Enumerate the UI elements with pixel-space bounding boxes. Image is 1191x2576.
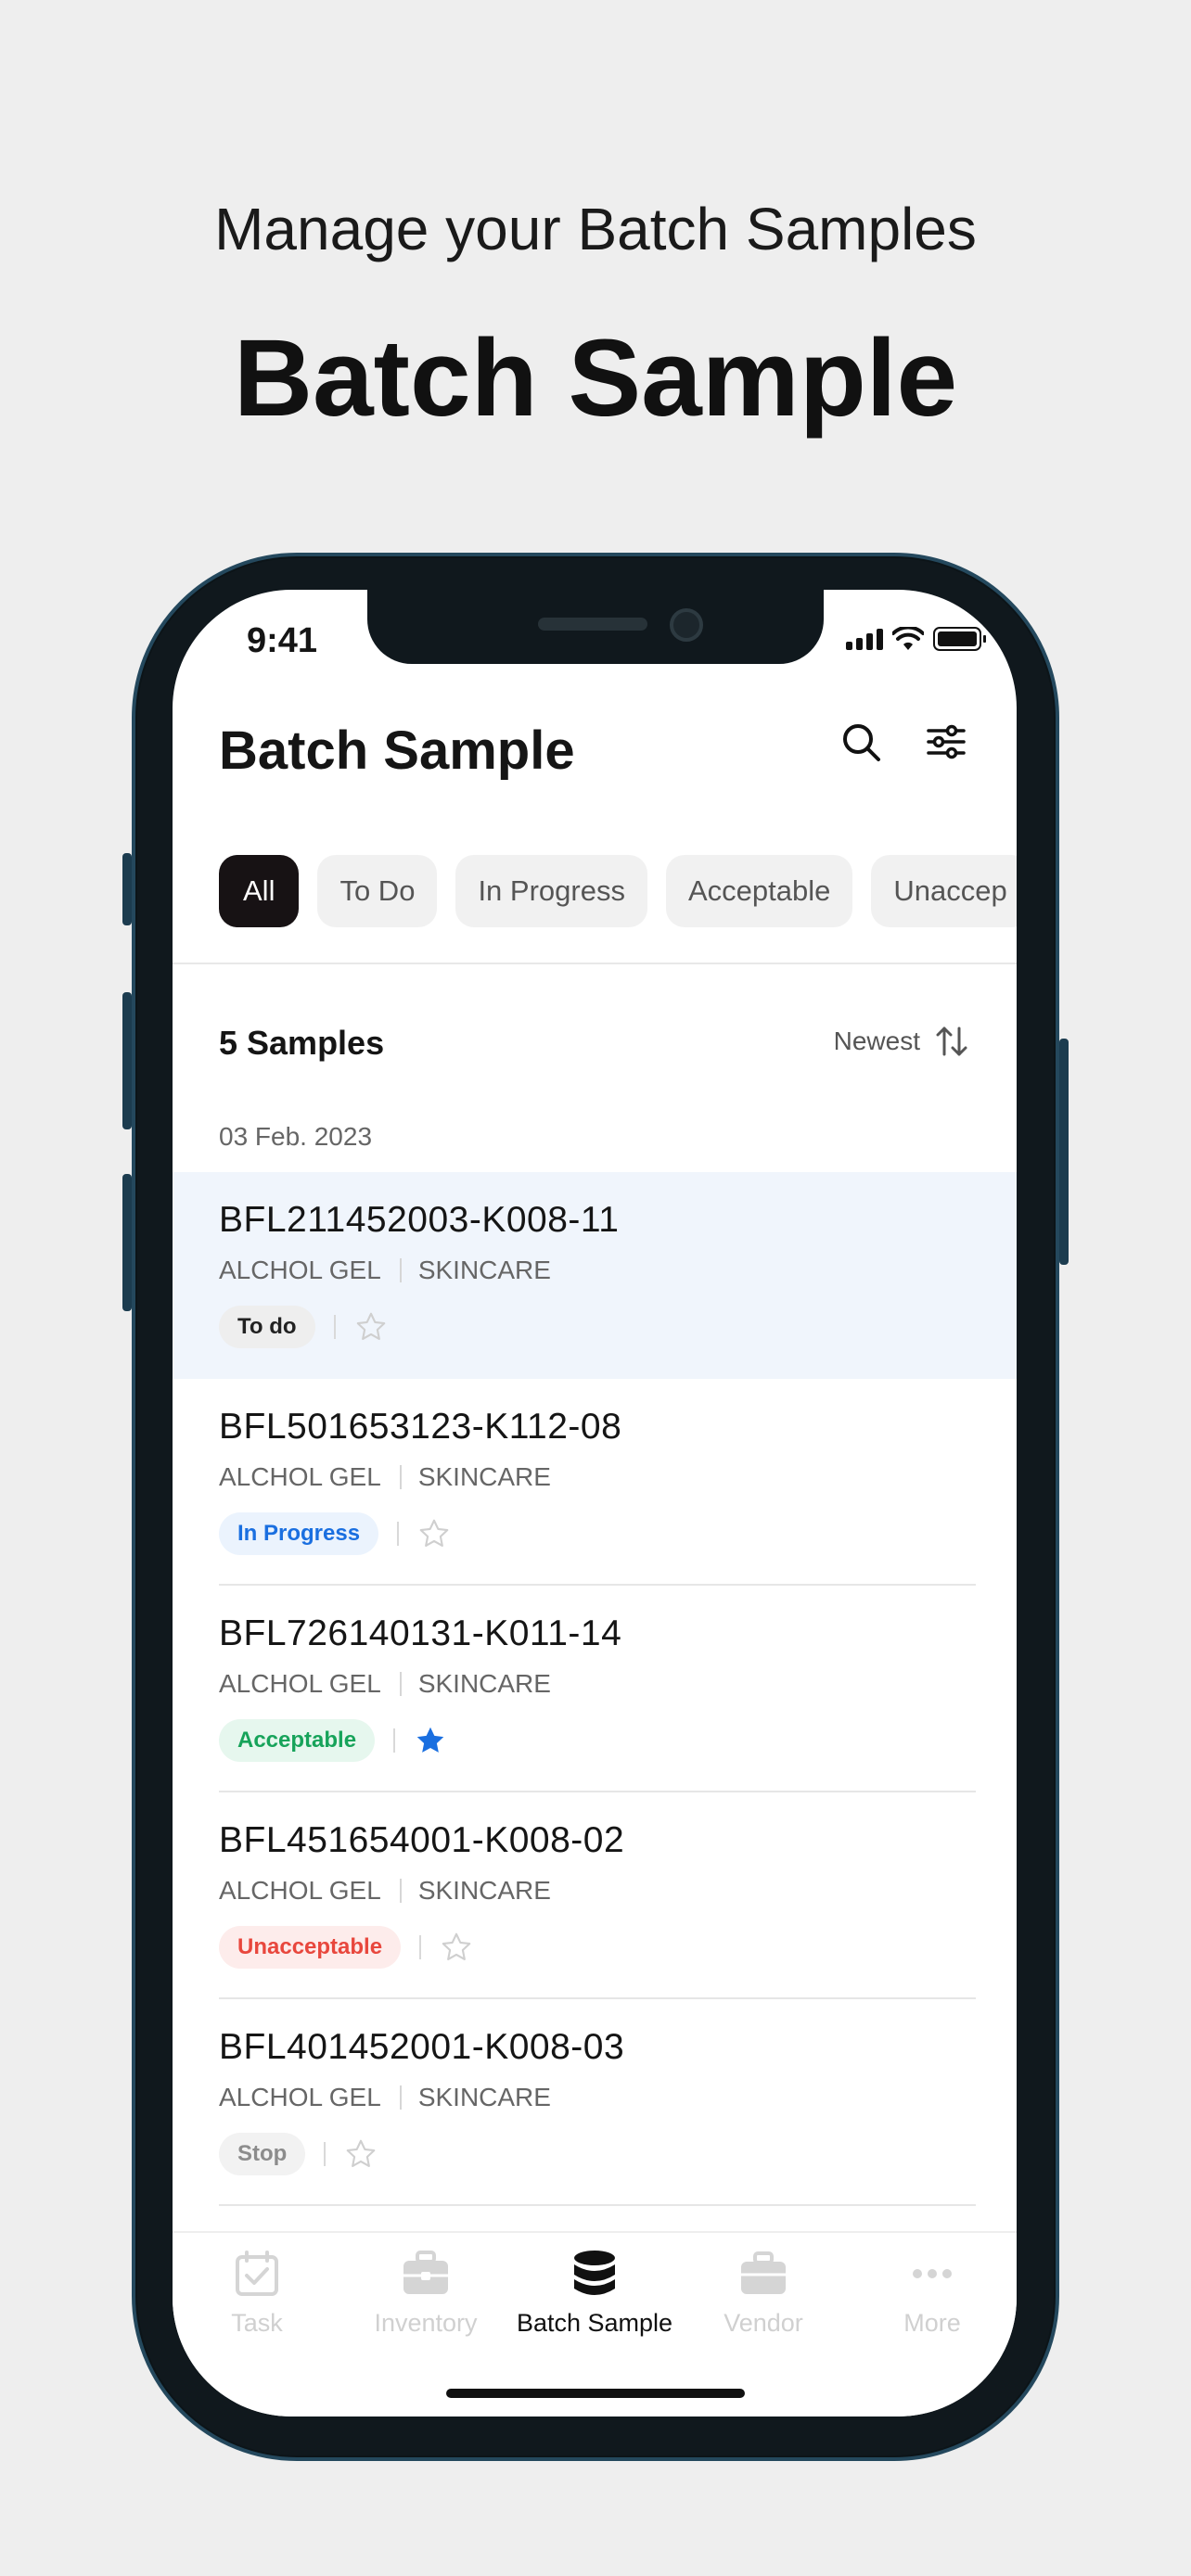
filter-chip-to-do[interactable]: To Do [317,855,438,927]
app-screen: 9:41 Batch Sample All To Do In Progress … [173,590,1017,2417]
sample-code: BFL401452001-K008-03 [219,2027,625,2067]
star-icon[interactable] [352,1308,390,1345]
sample-product: ALCHOL GEL [219,1669,381,1698]
tab-label: Task [231,2309,283,2337]
side-button [122,992,132,1129]
status-badge: In Progress [219,1512,379,1555]
status-badge: Unacceptable [219,1926,402,1969]
star-icon[interactable] [416,1515,453,1552]
sample-product: ALCHOL GEL [219,1256,381,1284]
status-badge: Stop [219,2133,306,2175]
sample-product: ALCHOL GEL [219,1462,381,1491]
sample-category: SKINCARE [417,1876,551,1905]
divider [173,963,1017,964]
list-item[interactable]: BFL726140131-K011-14 ALCHOL GEL SKINCARE Ac… [173,1586,1017,1792]
home-indicator [446,2389,745,2398]
sort-arrows-icon [936,1027,967,1056]
star-icon[interactable] [438,1929,475,1966]
status-badge: Acceptable [219,1719,376,1762]
tab-label: Batch Sample [516,2309,673,2337]
side-button [1059,1039,1069,1265]
tab-more[interactable]: More [848,2233,1017,2417]
tab-label: More [903,2309,961,2337]
sample-category: SKINCARE [417,1256,551,1284]
more-dots-icon [906,2248,958,2300]
batch-database-icon [569,2248,621,2300]
search-icon[interactable] [839,720,883,764]
vendor-briefcase-icon [737,2248,789,2300]
list-item[interactable]: BFL401452001-K008-03 ALCHOL GEL SKINCARE St… [173,1999,1017,2206]
tab-label: Inventory [374,2309,478,2337]
star-filled-icon[interactable] [412,1722,449,1759]
list-item[interactable]: BFL451654001-K008-02 ALCHOL GEL SKINCARE Un… [173,1792,1017,1999]
sample-category: SKINCARE [417,2083,551,2111]
notch [367,590,824,664]
sample-product: ALCHOL GEL [219,2083,381,2111]
sample-count: 5 Samples [219,1024,385,1062]
tab-task[interactable]: Task [173,2233,341,2417]
filter-sliders-icon[interactable] [924,720,968,764]
signal-icon [846,628,883,650]
sort-label: Newest [833,1027,920,1055]
task-check-icon [231,2248,283,2300]
sample-code: BFL451654001-K008-02 [219,1820,625,1860]
sample-code: BFL501653123-K112-08 [219,1407,622,1447]
status-icons [846,627,986,651]
status-time: 9:41 [247,621,318,660]
filter-chip-in-progress[interactable]: In Progress [455,855,647,927]
sort-button[interactable]: Newest [834,1026,968,1057]
sample-list: BFL211452003-K008-11 ALCHOL GEL SKINCARE To… [173,1172,1017,2206]
promo-subtitle: Manage your Batch Samples [214,196,977,262]
side-button [122,1174,132,1311]
filter-chips: All To Do In Progress Acceptable Unaccep [219,855,1017,927]
sample-code: BFL726140131-K011-14 [219,1613,622,1653]
tab-label: Vendor [724,2309,803,2337]
wifi-icon [892,627,924,650]
star-icon[interactable] [342,2136,379,2173]
camera-icon [670,608,703,642]
page-title: Batch Sample [219,721,575,781]
list-item[interactable]: BFL211452003-K008-11 ALCHOL GEL SKINCARE To… [173,1172,1017,1379]
filter-chip-acceptable[interactable]: Acceptable [665,855,853,927]
filter-chip-unacceptable[interactable]: Unaccep [871,855,1017,927]
battery-icon [933,627,986,651]
sample-product: ALCHOL GEL [219,1876,381,1905]
sample-category: SKINCARE [417,1669,551,1698]
filter-chip-all[interactable]: All [219,855,300,927]
sample-code: BFL211452003-K008-11 [219,1200,620,1240]
sample-category: SKINCARE [417,1462,551,1491]
inventory-box-icon [400,2248,452,2300]
date-group-header: 03 Feb. 2023 [219,1122,373,1151]
promo-title: Batch Sample [233,317,958,440]
status-badge: To do [219,1306,315,1348]
side-button [122,853,132,925]
list-item[interactable]: BFL501653123-K112-08 ALCHOL GEL SKINCARE In… [173,1379,1017,1586]
